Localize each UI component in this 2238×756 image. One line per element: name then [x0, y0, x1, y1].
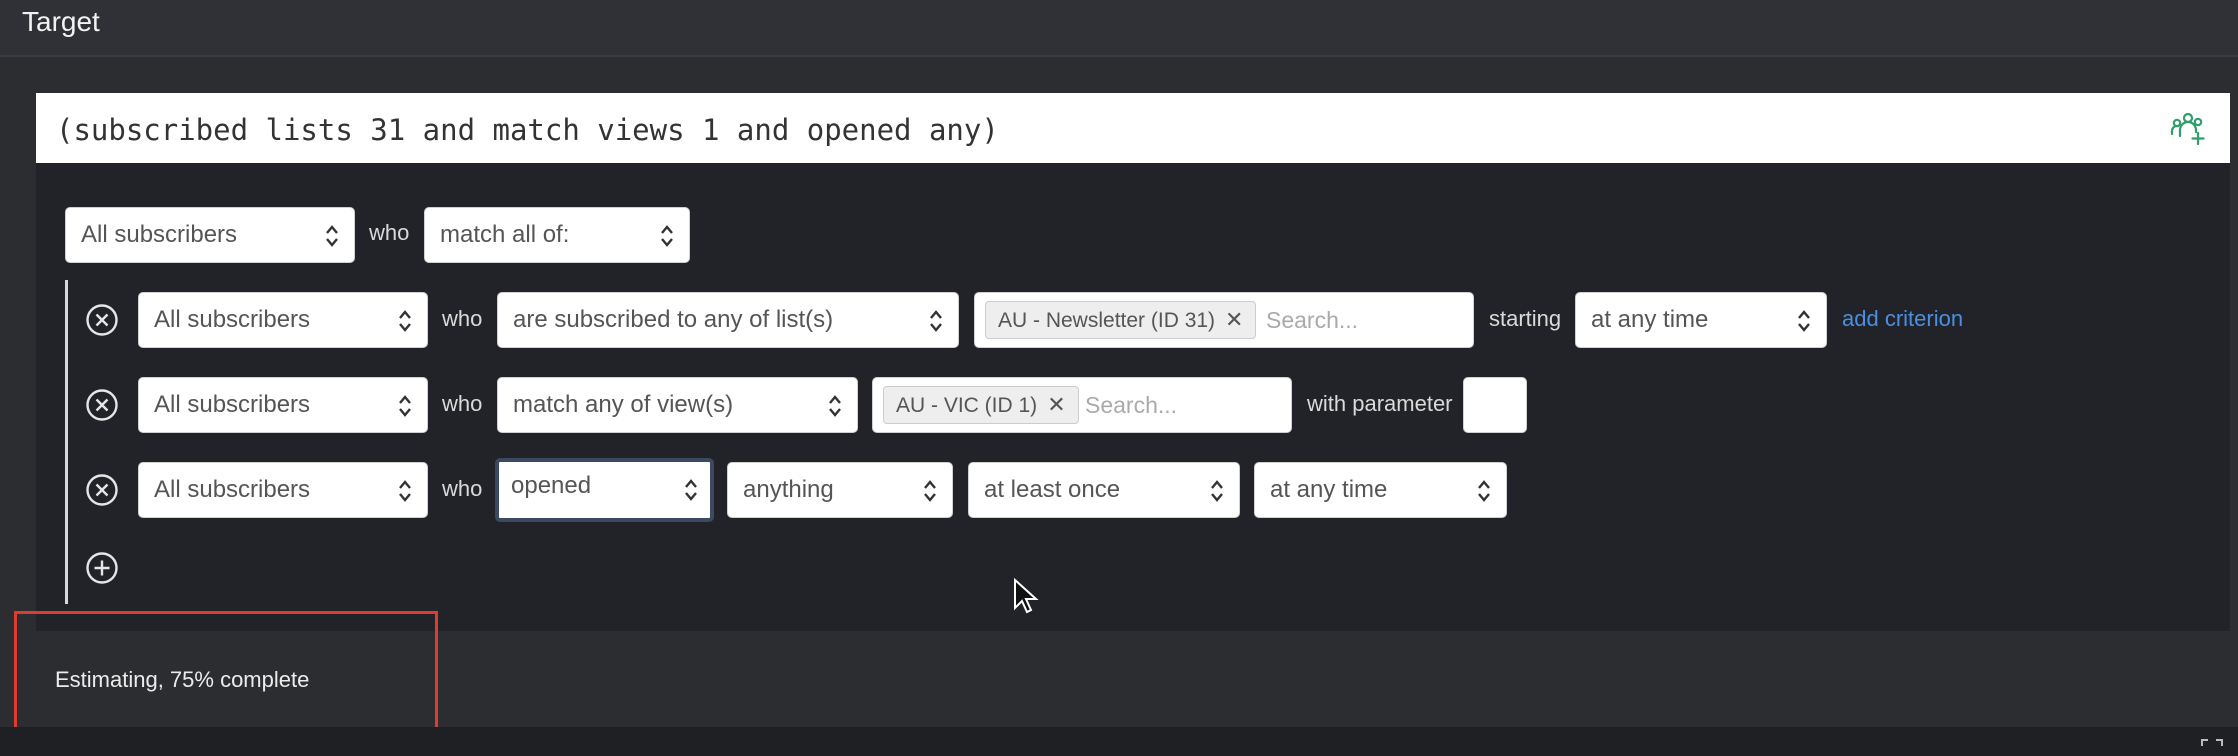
- time-select-value: at any time: [1591, 306, 1709, 333]
- select-chevron-icon: [930, 310, 942, 332]
- email-selector-value: anything: [743, 476, 834, 503]
- search-placeholder[interactable]: Search...: [1266, 293, 1358, 347]
- who-label: who: [442, 476, 483, 501]
- parameter-input[interactable]: [1463, 377, 1527, 433]
- section-header: Target: [0, 0, 2238, 57]
- user-group-add-icon[interactable]: [2170, 110, 2206, 146]
- select-chevron-icon: [1211, 480, 1223, 502]
- criterion-audience-select[interactable]: All subscribers: [138, 462, 428, 518]
- criterion-condition-value: match any of view(s): [513, 391, 734, 418]
- remove-tag-icon[interactable]: ✕: [1225, 307, 1243, 332]
- who-label: who: [442, 306, 483, 331]
- tag-label: AU - Newsletter (ID 31): [998, 309, 1216, 332]
- criterion-condition-value: opened: [511, 472, 592, 499]
- time-select[interactable]: at any time: [1575, 292, 1827, 348]
- select-chevron-icon: [924, 480, 936, 502]
- criterion-condition-select[interactable]: opened: [495, 458, 714, 522]
- criteria-group-line: [65, 280, 68, 604]
- select-chevron-icon: [829, 395, 841, 417]
- criterion-audience-value: All subscribers: [154, 476, 311, 503]
- add-criterion-icon[interactable]: [85, 551, 119, 585]
- add-criterion-link[interactable]: add criterion: [1842, 306, 1963, 332]
- who-label: who: [442, 391, 483, 416]
- select-chevron-icon: [1798, 310, 1810, 332]
- query-text: (subscribed lists 31 and match views 1 a…: [56, 113, 999, 147]
- who-label: who: [369, 220, 410, 245]
- criterion-condition-value: are subscribed to any of list(s): [513, 306, 834, 333]
- remove-criterion-icon[interactable]: [85, 388, 119, 422]
- highlight-box: [14, 611, 438, 732]
- bottom-strip: [0, 727, 2238, 756]
- remove-criterion-icon[interactable]: [85, 303, 119, 337]
- audience-select-value: All subscribers: [81, 221, 238, 248]
- select-chevron-icon: [399, 480, 411, 502]
- remove-criterion-icon[interactable]: [85, 473, 119, 507]
- view-tag-input[interactable]: AU - VIC (ID 1) ✕ Search...: [872, 377, 1292, 433]
- selected-view-tag: AU - VIC (ID 1) ✕: [883, 386, 1079, 424]
- match-mode-select[interactable]: match all of:: [424, 207, 690, 263]
- select-chevron-icon: [685, 479, 697, 501]
- email-selector-select[interactable]: anything: [727, 462, 953, 518]
- criterion-audience-select[interactable]: All subscribers: [138, 292, 428, 348]
- remove-tag-icon[interactable]: ✕: [1047, 392, 1065, 417]
- selected-list-tag: AU - Newsletter (ID 31) ✕: [985, 301, 1257, 339]
- section-title: Target: [22, 6, 100, 37]
- time-select-value: at any time: [1270, 476, 1388, 503]
- search-placeholder[interactable]: Search...: [1085, 378, 1177, 432]
- criterion-condition-select[interactable]: match any of view(s): [497, 377, 858, 433]
- select-chevron-icon: [1478, 480, 1490, 502]
- mouse-cursor-icon: [1014, 578, 1039, 614]
- select-chevron-icon: [399, 395, 411, 417]
- time-select[interactable]: at any time: [1254, 462, 1507, 518]
- criterion-condition-select[interactable]: are subscribed to any of list(s): [497, 292, 959, 348]
- criterion-audience-value: All subscribers: [154, 391, 311, 418]
- audience-select[interactable]: All subscribers: [65, 207, 355, 263]
- tag-label: AU - VIC (ID 1): [896, 394, 1038, 417]
- select-chevron-icon: [661, 225, 673, 247]
- list-tag-input[interactable]: AU - Newsletter (ID 31) ✕ Search...: [974, 292, 1474, 348]
- select-chevron-icon: [399, 310, 411, 332]
- frequency-select[interactable]: at least once: [968, 462, 1240, 518]
- target-panel: (subscribed lists 31 and match views 1 a…: [36, 93, 2230, 631]
- starting-label: starting: [1489, 306, 1562, 331]
- query-summary-bar: (subscribed lists 31 and match views 1 a…: [36, 93, 2230, 163]
- criterion-audience-value: All subscribers: [154, 306, 311, 333]
- with-parameter-label: with parameter: [1307, 391, 1453, 416]
- frequency-value: at least once: [984, 476, 1121, 503]
- expand-icon[interactable]: [2200, 738, 2224, 756]
- match-mode-value: match all of:: [440, 221, 570, 248]
- criterion-audience-select[interactable]: All subscribers: [138, 377, 428, 433]
- select-chevron-icon: [326, 225, 338, 247]
